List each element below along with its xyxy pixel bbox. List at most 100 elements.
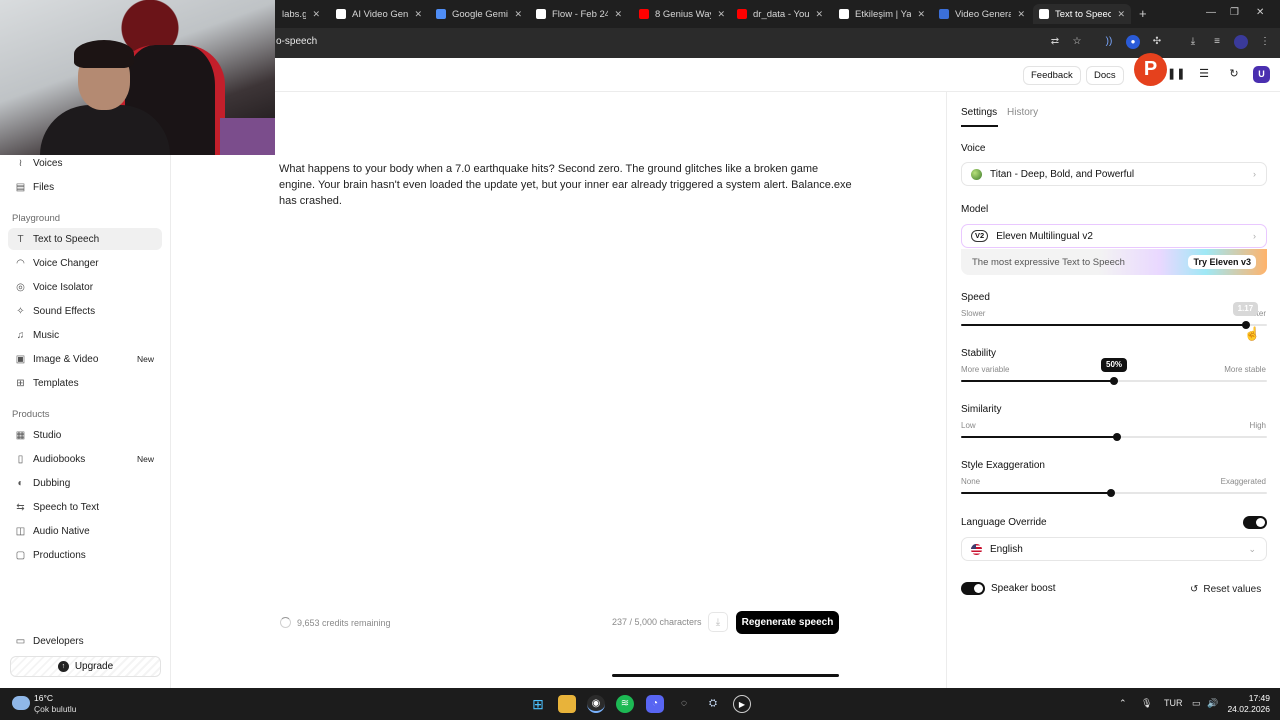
- regenerate-speech-button[interactable]: Regenerate speech: [736, 611, 839, 634]
- tab-close-icon[interactable]: ✕: [614, 9, 622, 20]
- sidebar-item-templates[interactable]: ⊞ Templates: [8, 372, 162, 394]
- language-select[interactable]: English ⌄: [961, 537, 1267, 561]
- model-selector[interactable]: V2 Eleven Multilingual v2 ›: [961, 224, 1267, 248]
- browser-tab[interactable]: labs.ge ✕: [276, 4, 326, 24]
- browser-tab[interactable]: AI Video Gene ✕: [330, 4, 428, 24]
- sidebar-item-productions[interactable]: ▢ Productions: [8, 544, 162, 566]
- microphone-icon[interactable]: 🎙: [1141, 698, 1152, 709]
- weather-temp[interactable]: 16°C: [34, 693, 53, 703]
- similarity-slider-handle[interactable]: [1113, 433, 1122, 441]
- sidebar-item-voice-changer[interactable]: ◠ Voice Changer: [8, 252, 162, 274]
- menu-kebab-icon[interactable]: ⋮: [1258, 35, 1272, 49]
- sidebar-item-audiobooks[interactable]: ▯ Audiobooks New: [8, 448, 162, 470]
- profile-icon[interactable]: [1234, 35, 1248, 49]
- close-window-icon[interactable]: ✕: [1256, 7, 1264, 18]
- style-slider-handle[interactable]: [1106, 489, 1115, 497]
- sidebar-item-developers[interactable]: ▭ Developers: [8, 630, 162, 652]
- feedback-button[interactable]: Feedback: [1023, 66, 1081, 85]
- style-slider[interactable]: [961, 489, 1267, 497]
- tab-close-icon[interactable]: ✕: [414, 9, 422, 20]
- upgrade-button[interactable]: ↑ Upgrade: [10, 656, 161, 677]
- tab-close-icon[interactable]: ✕: [1017, 9, 1025, 20]
- sidebar-item-audio-native[interactable]: ◫ Audio Native: [8, 520, 162, 542]
- stt-icon: ⇆: [16, 501, 25, 513]
- stability-slider[interactable]: [961, 377, 1267, 385]
- windows-taskbar: 16°C Çok bulutlu ⊞ ◉ ≋ ◔ ◌ ⛭ ▶ ⌃ 🎙 TUR ▭…: [0, 688, 1280, 720]
- browser-tab[interactable]: Video Generat ✕: [933, 4, 1031, 24]
- url-text[interactable]: o-speech: [276, 36, 317, 47]
- p-extension-badge[interactable]: P: [1134, 53, 1167, 86]
- sidebar-item-image-video[interactable]: ▣ Image & Video New: [8, 348, 162, 370]
- extensions-puzzle-icon[interactable]: ✣: [1150, 35, 1164, 49]
- spotify-icon[interactable]: ≋: [616, 695, 634, 713]
- file-explorer-icon[interactable]: [558, 695, 576, 713]
- volume-icon[interactable]: 🔊: [1207, 698, 1218, 709]
- media-icon[interactable]: ≡: [1210, 35, 1224, 49]
- stability-label: Stability: [961, 348, 997, 359]
- bookmark-star-icon[interactable]: ☆: [1070, 35, 1084, 49]
- translate-icon[interactable]: ⇄: [1048, 35, 1062, 49]
- sidebar-item-voice-isolator[interactable]: ◎ Voice Isolator: [8, 276, 162, 298]
- minimize-icon[interactable]: —: [1206, 7, 1216, 18]
- speaker-boost-toggle[interactable]: [961, 582, 985, 595]
- tts-text-input[interactable]: What happens to your body when a 7.0 ear…: [279, 161, 854, 209]
- discord-icon[interactable]: ◔: [646, 695, 664, 713]
- reset-values-button[interactable]: ↺ Reset values: [1190, 584, 1261, 595]
- tab-close-icon[interactable]: ✕: [1117, 9, 1125, 20]
- tab-close-icon[interactable]: ✕: [917, 9, 925, 20]
- user-avatar[interactable]: U: [1253, 66, 1270, 83]
- extension-blue-icon[interactable]: ●: [1126, 35, 1140, 49]
- stability-slider-handle[interactable]: [1110, 377, 1118, 385]
- speed-min-label: Slower: [961, 309, 986, 318]
- tray-chevron-up-icon[interactable]: ⌃: [1119, 698, 1127, 709]
- sidebar-item-text-to-speech[interactable]: T Text to Speech: [8, 228, 162, 250]
- tab-history[interactable]: History: [1007, 107, 1038, 118]
- download-audio-icon[interactable]: ⤓: [708, 612, 728, 632]
- pause-icon[interactable]: ❚❚: [1167, 67, 1185, 81]
- sidebar-item-studio[interactable]: ▦ Studio: [8, 424, 162, 446]
- chrome-icon[interactable]: ◉: [587, 695, 605, 713]
- voice-selector[interactable]: Titan - Deep, Bold, and Powerful ›: [961, 162, 1267, 186]
- restore-icon[interactable]: ❐: [1230, 7, 1239, 18]
- tab-close-icon[interactable]: ✕: [815, 9, 823, 20]
- layout-icon[interactable]: ☰: [1197, 67, 1211, 81]
- download-icon[interactable]: ⤓: [1186, 35, 1200, 49]
- browser-tab[interactable]: Google Gemini ✕: [430, 4, 528, 24]
- extension-audio-icon[interactable]: )): [1102, 35, 1116, 49]
- system-clock[interactable]: 17:49 24.02.2026: [1226, 693, 1270, 715]
- sidebar-item-sound-effects[interactable]: ✧ Sound Effects: [8, 300, 162, 322]
- media-player-icon[interactable]: ▶: [733, 695, 751, 713]
- tab-close-icon[interactable]: ✕: [514, 9, 522, 20]
- tab-close-icon[interactable]: ✕: [312, 9, 320, 20]
- browser-tab[interactable]: 8 Genius Ways ✕: [633, 4, 731, 24]
- upgrade-icon: ↑: [57, 661, 69, 672]
- browser-tab[interactable]: Text to Speech ✕: [1033, 4, 1131, 24]
- steam-icon[interactable]: ⛭: [704, 695, 722, 713]
- settings-app-icon[interactable]: ◌: [675, 695, 693, 713]
- weather-description[interactable]: Çok bulutlu: [34, 704, 77, 714]
- speed-label: Speed: [961, 292, 990, 303]
- sidebar-item-files[interactable]: ▤ Files: [8, 176, 162, 198]
- sidebar-item-dubbing[interactable]: ◐ Dubbing: [8, 472, 162, 494]
- browser-tab[interactable]: Etkileşim | Yay ✕: [833, 4, 931, 24]
- history-icon[interactable]: ↻: [1227, 67, 1241, 81]
- new-tab-button[interactable]: +: [1139, 6, 1147, 21]
- tab-settings[interactable]: Settings: [961, 107, 997, 118]
- try-eleven-v3-button[interactable]: Try Eleven v3: [1188, 255, 1256, 269]
- sidebar-item-label: Files: [33, 181, 55, 193]
- tab-close-icon[interactable]: ✕: [717, 9, 725, 20]
- speed-slider[interactable]: [961, 321, 1267, 329]
- browser-tab[interactable]: dr_data - YouT ✕: [731, 4, 829, 24]
- browser-tab[interactable]: Flow - Feb 24 ✕: [530, 4, 628, 24]
- network-icon[interactable]: ▭: [1192, 698, 1201, 709]
- keyboard-language[interactable]: TUR: [1164, 698, 1183, 708]
- upgrade-label: Upgrade: [74, 661, 114, 672]
- similarity-slider[interactable]: [961, 433, 1267, 441]
- sidebar-item-music[interactable]: ♫ Music: [8, 324, 162, 346]
- sidebar-item-speech-to-text[interactable]: ⇆ Speech to Text: [8, 496, 162, 518]
- docs-button[interactable]: Docs: [1086, 66, 1124, 85]
- sidebar-item-voices[interactable]: ≀ Voices: [8, 152, 162, 174]
- playground-section-title: Playground: [12, 213, 61, 224]
- language-override-toggle[interactable]: [1243, 516, 1267, 529]
- windows-start-icon[interactable]: ⊞: [529, 695, 547, 713]
